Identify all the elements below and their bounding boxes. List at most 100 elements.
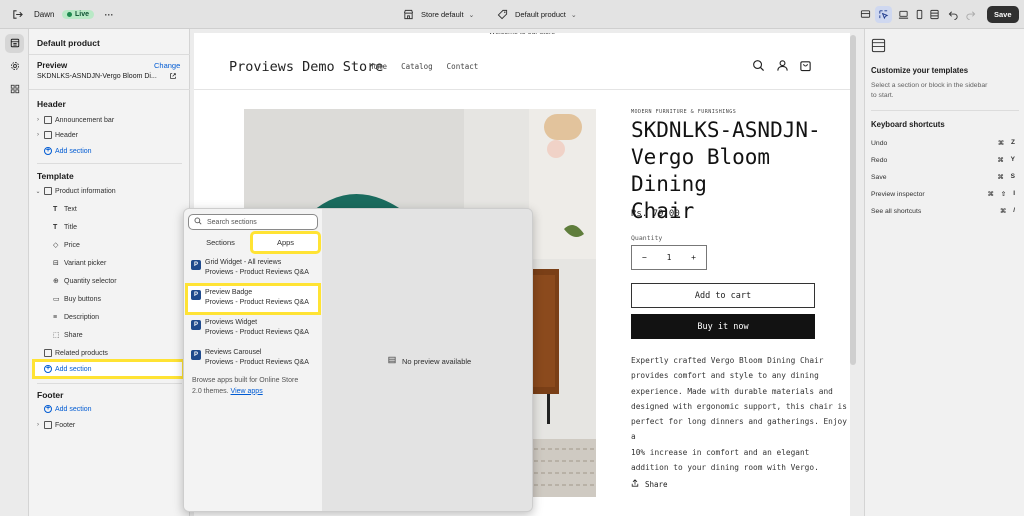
laptop-view-button[interactable]	[895, 0, 911, 29]
plus-circle-icon: +	[44, 365, 52, 373]
exit-icon	[9, 7, 25, 23]
inspector-toggle-button[interactable]	[875, 0, 892, 29]
block-title[interactable]: T Title	[35, 220, 182, 234]
search-icon[interactable]	[752, 59, 765, 74]
divider	[29, 54, 190, 55]
price-tag-icon: ◇	[53, 242, 59, 249]
description-icon: ≡	[53, 313, 58, 321]
add-to-cart-button[interactable]: Add to cart	[631, 283, 815, 308]
buy-now-button[interactable]: Buy it now	[631, 314, 815, 339]
preview-scrollbar[interactable]	[850, 35, 856, 365]
share-icon	[631, 479, 639, 489]
block-description[interactable]: ≡ Description	[35, 310, 182, 324]
inspector-icon	[857, 7, 873, 23]
save-button[interactable]: Save	[987, 0, 1019, 29]
mobile-icon	[911, 7, 927, 23]
shortcut-preview-inspector: Preview inspector ⌘ ⇧ I	[871, 190, 1015, 198]
template-selector[interactable]: Default product ⌄	[494, 0, 577, 29]
header-divider	[194, 89, 850, 90]
section-icon	[44, 187, 52, 195]
sidebar-item-announcement-bar[interactable]: › Announcement bar	[35, 113, 182, 127]
picker-list-panel: Search sections Sections Apps P Grid Wid…	[184, 209, 322, 511]
block-quantity-selector[interactable]: ⊕ Quantity selector	[35, 274, 182, 288]
app-block-reviews-carousel[interactable]: P Reviews Carousel Proviews - Product Rev…	[188, 346, 318, 372]
app-block-proviews-widget[interactable]: P Proviews Widget Proviews - Product Revi…	[188, 316, 318, 342]
divider	[871, 110, 1019, 111]
chevron-right-icon: ›	[37, 422, 39, 428]
gear-icon	[10, 61, 20, 73]
quantity-input[interactable]: 1	[667, 253, 672, 262]
block-price[interactable]: ◇ Price	[35, 238, 182, 252]
change-preview-link[interactable]: Change	[154, 61, 180, 70]
shortcut-redo: Redo ⌘ Y	[871, 156, 1015, 164]
shortcut-see-all[interactable]: See all shortcuts ⌘ /	[869, 204, 1017, 218]
app-block-preview-badge[interactable]: P Preview Badge Proviews - Product Review…	[185, 283, 321, 315]
product-vendor: MODERN FURNITURE & FURNISHINGS	[631, 109, 737, 115]
proviews-app-icon: P	[191, 290, 201, 300]
mobile-view-button[interactable]	[911, 0, 927, 29]
more-actions-button[interactable]: ···	[101, 0, 117, 29]
main-nav: Home Catalog Contact	[369, 62, 478, 71]
redo-icon	[962, 7, 978, 23]
view-apps-link[interactable]: View apps	[231, 388, 263, 395]
sidebar-item-related-products[interactable]: Related products	[35, 346, 182, 360]
quantity-plus-button[interactable]: +	[691, 253, 696, 262]
shortcuts-title: Keyboard shortcuts	[871, 120, 945, 129]
sidebar-item-product-information[interactable]: ⌄ Product information	[35, 184, 182, 198]
fullscreen-view-button[interactable]	[926, 0, 942, 29]
chevron-down-icon: ⌄	[468, 11, 475, 19]
divider	[37, 383, 182, 384]
tab-sections[interactable]: Sections	[188, 234, 253, 251]
app-block-grid-widget[interactable]: P Grid Widget - All reviews Proviews - Pr…	[188, 256, 318, 282]
template-layout-icon	[871, 38, 886, 55]
sidebar-item-header[interactable]: › Header	[35, 128, 182, 142]
add-section-picker: Search sections Sections Apps P Grid Wid…	[183, 208, 533, 512]
chevron-down-icon: ⌄	[35, 188, 41, 195]
cart-icon[interactable]	[799, 59, 812, 74]
template-group-title: Template	[37, 171, 74, 181]
announcement-bar: Welcome to our store	[194, 33, 850, 39]
theme-selector[interactable]: Store default ⌄	[400, 0, 474, 29]
account-icon[interactable]	[776, 59, 789, 74]
add-section-header[interactable]: + Add section	[35, 144, 182, 158]
add-section-footer[interactable]: + Add section	[35, 402, 182, 416]
block-buy-buttons[interactable]: ▭ Buy buttons	[35, 292, 182, 306]
title-icon: T	[53, 223, 58, 231]
nav-catalog-link[interactable]: Catalog	[401, 62, 433, 71]
search-sections-input[interactable]: Search sections	[188, 214, 318, 230]
block-share[interactable]: ⬚ Share	[35, 328, 182, 342]
store-logo[interactable]: Proviews Demo Store	[229, 59, 383, 75]
share-button[interactable]: Share	[631, 479, 668, 489]
nav-home-link[interactable]: Home	[369, 62, 387, 71]
proviews-app-icon: P	[191, 350, 201, 360]
laptop-icon	[895, 7, 911, 23]
picker-preview-panel: No preview available	[322, 209, 532, 511]
chevron-down-icon: ⌄	[570, 11, 577, 19]
block-text[interactable]: T Text	[35, 202, 182, 216]
share-icon: ⬚	[53, 332, 60, 339]
open-external-button[interactable]	[169, 72, 177, 82]
exit-button[interactable]	[9, 0, 25, 29]
customize-text: Select a section or block in the sidebar…	[871, 82, 988, 99]
section-icon	[44, 116, 52, 124]
tab-apps[interactable]: Apps	[250, 231, 321, 254]
add-section-template[interactable]: + Add section	[32, 359, 185, 379]
block-variant-picker[interactable]: ⊟ Variant picker	[35, 256, 182, 270]
section-icon	[44, 349, 52, 357]
plus-circle-icon: +	[44, 405, 52, 413]
sidebar-item-footer[interactable]: › Footer	[35, 418, 182, 432]
fullscreen-icon	[926, 7, 942, 23]
rail-sections-button[interactable]	[5, 34, 24, 53]
rail-apps-button[interactable]	[5, 80, 24, 99]
nav-contact-link[interactable]: Contact	[447, 62, 479, 71]
quantity-minus-button[interactable]: −	[642, 253, 647, 262]
undo-button[interactable]	[945, 0, 961, 29]
desktop-preview-button[interactable]	[857, 0, 873, 29]
redo-button[interactable]	[962, 0, 978, 29]
live-badge: Live	[62, 0, 95, 29]
customize-title: Customize your templates	[871, 66, 969, 75]
text-icon: T	[53, 205, 58, 213]
inspector-panel: Customize your templates Select a sectio…	[864, 29, 1024, 516]
rail-settings-button[interactable]	[5, 57, 24, 76]
store-icon	[400, 7, 416, 23]
